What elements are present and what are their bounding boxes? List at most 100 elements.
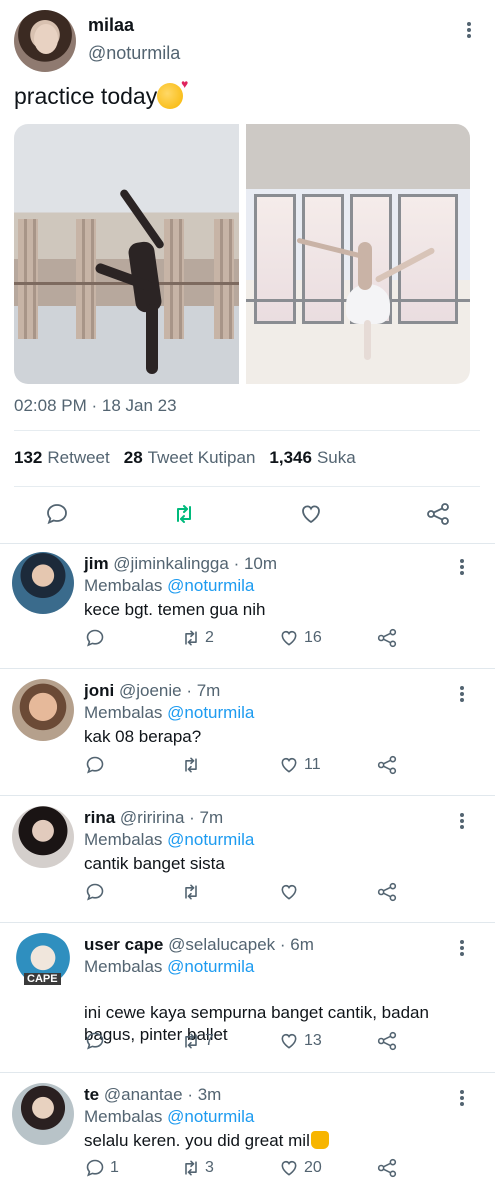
reply-text: selalu keren. you did great mil xyxy=(84,1130,479,1152)
reply-header: te @anantae · 3m xyxy=(84,1085,221,1105)
divider xyxy=(0,543,495,544)
replying-to-mention[interactable]: @noturmila xyxy=(167,957,254,976)
reply-text-content: kak 08 berapa? xyxy=(84,727,202,746)
avatar-text: CAPE xyxy=(24,973,61,985)
reply-time[interactable]: · 7m xyxy=(189,808,223,827)
retweet-icon[interactable] xyxy=(180,755,202,775)
replying-to-mention[interactable]: @noturmila xyxy=(167,576,254,595)
reply-header: jim @jiminkalingga · 10m xyxy=(84,554,277,574)
tweet-action-bar xyxy=(0,500,495,530)
replying-label: Membalas xyxy=(84,703,163,722)
replying-to: Membalas @noturmila xyxy=(84,957,254,977)
reply-author-name[interactable]: te xyxy=(84,1085,99,1104)
reply-avatar[interactable] xyxy=(12,679,74,741)
author-handle[interactable]: @noturmila xyxy=(88,43,180,64)
reply-time[interactable]: · 3m xyxy=(187,1085,221,1104)
smiling-face-with-hearts-emoji xyxy=(157,77,188,109)
like-count: 16 xyxy=(304,629,322,646)
like-icon[interactable] xyxy=(278,882,300,902)
reply-header: user cape @selalucapek · 6m xyxy=(84,935,314,955)
reply-time[interactable]: · 6m xyxy=(280,935,314,954)
more-options-icon[interactable] xyxy=(455,938,469,958)
retweet-icon[interactable] xyxy=(180,628,202,648)
reply-text: kece bgt. temen gua nih xyxy=(84,599,479,621)
reply-time[interactable]: · 10m xyxy=(234,554,277,573)
author-avatar[interactable] xyxy=(14,10,76,72)
tweet-timestamp[interactable]: 02:08 PM · 18 Jan 23 xyxy=(14,396,177,416)
thumbs-up-emoji xyxy=(310,1131,329,1149)
reply-count: 1 xyxy=(110,1159,119,1176)
retweet-count: 3 xyxy=(205,1159,214,1176)
replying-to-mention[interactable]: @noturmila xyxy=(167,1107,254,1126)
reply-avatar[interactable] xyxy=(12,1083,74,1145)
share-icon[interactable] xyxy=(377,1031,397,1051)
reply-icon[interactable] xyxy=(85,755,105,775)
like-icon[interactable] xyxy=(278,1031,300,1051)
more-options-icon[interactable] xyxy=(455,811,469,831)
reply-avatar[interactable] xyxy=(12,806,74,868)
retweet-stat[interactable]: 132 Retweet xyxy=(14,448,110,468)
like-icon[interactable] xyxy=(278,755,300,775)
reply-text: kak 08 berapa? xyxy=(84,726,479,748)
reply-author-name[interactable]: user cape xyxy=(84,935,163,954)
tweet-photo-1[interactable] xyxy=(14,124,239,384)
more-options-icon[interactable] xyxy=(455,684,469,704)
divider xyxy=(14,430,480,431)
share-icon[interactable] xyxy=(377,755,397,775)
replying-to-mention[interactable]: @noturmila xyxy=(167,830,254,849)
reply-author-handle[interactable]: @jiminkalingga xyxy=(113,554,229,573)
retweet-icon[interactable] xyxy=(180,1158,202,1178)
retweet-icon[interactable] xyxy=(180,882,202,902)
reply-avatar[interactable]: CAPE xyxy=(12,933,74,995)
share-icon[interactable] xyxy=(426,502,450,526)
share-icon[interactable] xyxy=(377,628,397,648)
reply-author-name[interactable]: jim xyxy=(84,554,109,573)
replying-to: Membalas @noturmila xyxy=(84,1107,254,1127)
retweet-icon[interactable] xyxy=(180,1031,202,1051)
divider xyxy=(0,668,495,669)
share-icon[interactable] xyxy=(377,1158,397,1178)
more-options-icon[interactable] xyxy=(455,557,469,577)
like-stat[interactable]: 1,346 Suka xyxy=(269,448,355,468)
like-icon[interactable] xyxy=(299,502,323,526)
tweet-photo-2[interactable] xyxy=(246,124,470,384)
divider xyxy=(0,795,495,796)
replying-label: Membalas xyxy=(84,576,163,595)
reply-author-name[interactable]: rina xyxy=(84,808,115,827)
reply-icon[interactable] xyxy=(85,882,105,902)
share-icon[interactable] xyxy=(377,882,397,902)
reply-text-content: cantik banget sista xyxy=(84,854,225,873)
like-icon[interactable] xyxy=(278,628,300,648)
reply-header: rina @riririna · 7m xyxy=(84,808,223,828)
retweet-icon[interactable] xyxy=(172,502,196,526)
reply-icon[interactable] xyxy=(45,502,69,526)
divider xyxy=(14,486,480,487)
reply-icon[interactable] xyxy=(85,628,105,648)
replying-label: Membalas xyxy=(84,957,163,976)
divider xyxy=(0,1072,495,1073)
divider xyxy=(0,922,495,923)
replying-label: Membalas xyxy=(84,830,163,849)
reply-header: joni @joenie · 7m xyxy=(84,681,220,701)
quote-stat[interactable]: 28 Tweet Kutipan xyxy=(124,448,256,468)
reply-icon[interactable] xyxy=(85,1158,105,1178)
like-icon[interactable] xyxy=(278,1158,300,1178)
replying-to: Membalas @noturmila xyxy=(84,576,254,596)
like-count: 11 xyxy=(304,756,321,773)
tweet-text: practice today xyxy=(14,77,188,110)
reply-icon[interactable] xyxy=(85,1031,105,1051)
reply-avatar[interactable] xyxy=(12,552,74,614)
reply-author-handle[interactable]: @joenie xyxy=(119,681,182,700)
reply-author-handle[interactable]: @riririna xyxy=(120,808,184,827)
more-options-icon[interactable] xyxy=(455,1088,469,1108)
tweet-stats: 132 Retweet 28 Tweet Kutipan 1,346 Suka xyxy=(14,448,356,468)
reply-text: cantik banget sista xyxy=(84,853,479,875)
reply-author-name[interactable]: joni xyxy=(84,681,114,700)
author-name[interactable]: milaa xyxy=(88,15,134,36)
reply-time[interactable]: · 7m xyxy=(186,681,220,700)
reply-author-handle[interactable]: @anantae xyxy=(104,1085,183,1104)
more-options-icon[interactable] xyxy=(462,20,476,40)
replying-to: Membalas @noturmila xyxy=(84,830,254,850)
reply-author-handle[interactable]: @selalucapek xyxy=(168,935,275,954)
replying-to-mention[interactable]: @noturmila xyxy=(167,703,254,722)
